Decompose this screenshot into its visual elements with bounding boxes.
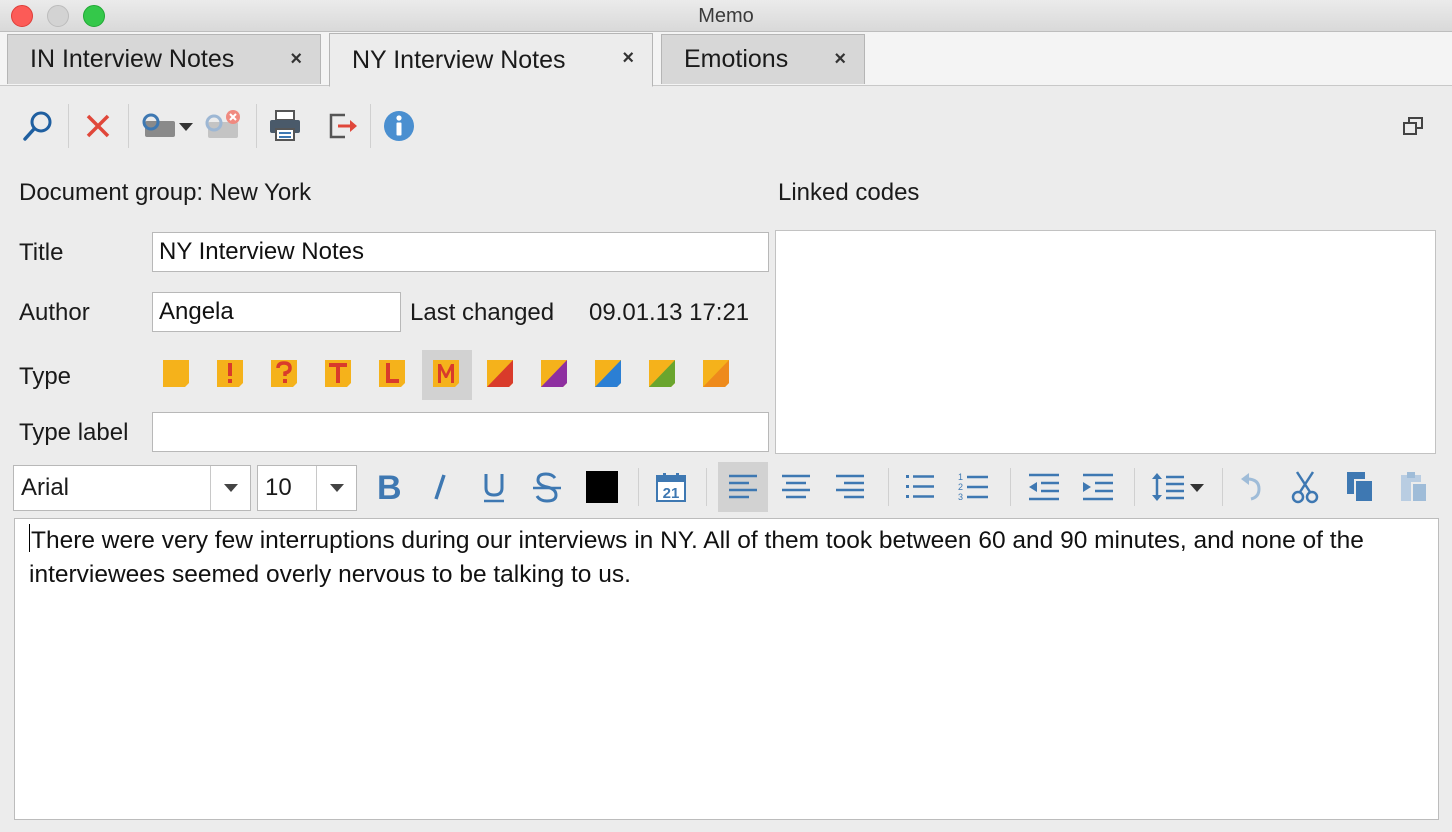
memo-type-blue-icon[interactable] bbox=[593, 358, 623, 388]
strikethrough-icon[interactable] bbox=[528, 462, 566, 512]
copy-icon[interactable] bbox=[1340, 462, 1380, 512]
memo-type-plain-icon[interactable] bbox=[161, 358, 191, 388]
memo-type-purple-icon[interactable] bbox=[539, 358, 569, 388]
chevron-down-icon[interactable] bbox=[316, 466, 356, 510]
link-code-icon[interactable] bbox=[138, 106, 200, 146]
memo-type-green-icon[interactable] bbox=[647, 358, 677, 388]
tab-close-icon[interactable]: × bbox=[834, 48, 846, 71]
line-spacing-icon[interactable] bbox=[1148, 462, 1210, 512]
tab-bar: IN Interview Notes × NY Interview Notes … bbox=[0, 32, 1452, 87]
memo-type-l-icon[interactable] bbox=[377, 358, 407, 388]
tab-emotions[interactable]: Emotions × bbox=[661, 34, 865, 84]
svg-text:B: B bbox=[377, 471, 401, 503]
memo-text-editor[interactable]: There were very few interruptions during… bbox=[14, 518, 1439, 820]
svg-text:3: 3 bbox=[958, 492, 963, 502]
bullet-list-icon[interactable] bbox=[900, 462, 940, 512]
title-label: Title bbox=[19, 239, 64, 266]
linked-codes-label: Linked codes bbox=[778, 179, 920, 206]
window-title: Memo bbox=[698, 5, 754, 27]
svg-text:2: 2 bbox=[958, 482, 963, 492]
italic-icon[interactable] bbox=[424, 462, 456, 512]
numbered-list-icon[interactable]: 123 bbox=[952, 462, 994, 512]
delete-icon[interactable] bbox=[78, 106, 118, 146]
author-label: Author bbox=[19, 299, 90, 326]
memo-type-red-icon[interactable] bbox=[485, 358, 515, 388]
svg-text:21: 21 bbox=[663, 485, 680, 502]
underline-icon[interactable] bbox=[476, 462, 512, 512]
tab-label: IN Interview Notes bbox=[30, 45, 235, 73]
align-left-icon[interactable] bbox=[718, 462, 768, 512]
detach-window-icon[interactable] bbox=[1400, 106, 1428, 146]
unlink-code-icon[interactable] bbox=[204, 106, 244, 146]
font-family-select[interactable]: Arial bbox=[13, 465, 251, 511]
cut-icon[interactable] bbox=[1286, 462, 1324, 512]
chevron-down-icon[interactable] bbox=[210, 466, 250, 510]
title-bar: Memo bbox=[0, 0, 1452, 32]
memo-type-orange-icon[interactable] bbox=[701, 358, 731, 388]
type-label-field[interactable] bbox=[152, 412, 769, 452]
tab-close-icon[interactable]: × bbox=[622, 47, 634, 70]
memo-type-question-icon[interactable] bbox=[269, 358, 299, 388]
bold-icon[interactable]: B bbox=[370, 462, 406, 512]
tab-close-icon[interactable]: × bbox=[290, 48, 302, 71]
tab-in-interview-notes[interactable]: IN Interview Notes × bbox=[7, 34, 321, 84]
text-color-swatch bbox=[586, 471, 618, 503]
memo-type-m-icon[interactable] bbox=[431, 358, 461, 388]
print-icon[interactable] bbox=[264, 106, 306, 146]
increase-indent-icon[interactable] bbox=[1078, 462, 1118, 512]
text-color-button[interactable] bbox=[583, 462, 621, 512]
tab-ny-interview-notes[interactable]: NY Interview Notes × bbox=[329, 33, 653, 87]
font-size-value: 10 bbox=[265, 474, 292, 501]
document-group-label: Document group: New York bbox=[19, 179, 312, 206]
last-changed-label: Last changed bbox=[410, 299, 555, 326]
memo-text: There were very few interruptions during… bbox=[29, 527, 1364, 588]
linked-codes-list[interactable] bbox=[775, 230, 1436, 454]
align-right-icon[interactable] bbox=[830, 462, 870, 512]
font-size-select[interactable]: 10 bbox=[257, 465, 357, 511]
last-changed-value: 09.01.13 17:21 bbox=[589, 299, 750, 326]
search-icon[interactable] bbox=[18, 106, 58, 146]
export-icon[interactable] bbox=[322, 106, 362, 146]
undo-icon[interactable] bbox=[1234, 462, 1270, 512]
title-field[interactable]: NY Interview Notes bbox=[152, 232, 769, 272]
decrease-indent-icon[interactable] bbox=[1024, 462, 1064, 512]
insert-date-icon[interactable]: 21 bbox=[652, 462, 690, 512]
author-field[interactable]: Angela bbox=[152, 292, 401, 332]
type-label-label: Type label bbox=[19, 419, 129, 446]
memo-type-exclamation-icon[interactable] bbox=[215, 358, 245, 388]
type-label: Type bbox=[19, 363, 72, 390]
tab-label: Emotions bbox=[684, 45, 789, 73]
font-family-value: Arial bbox=[21, 474, 70, 501]
memo-type-t-icon[interactable] bbox=[323, 358, 353, 388]
info-icon[interactable] bbox=[380, 106, 418, 146]
paste-icon[interactable] bbox=[1394, 462, 1434, 512]
tab-label: NY Interview Notes bbox=[352, 45, 566, 74]
text-caret bbox=[29, 524, 30, 552]
svg-text:1: 1 bbox=[958, 472, 963, 482]
align-center-icon[interactable] bbox=[776, 462, 816, 512]
